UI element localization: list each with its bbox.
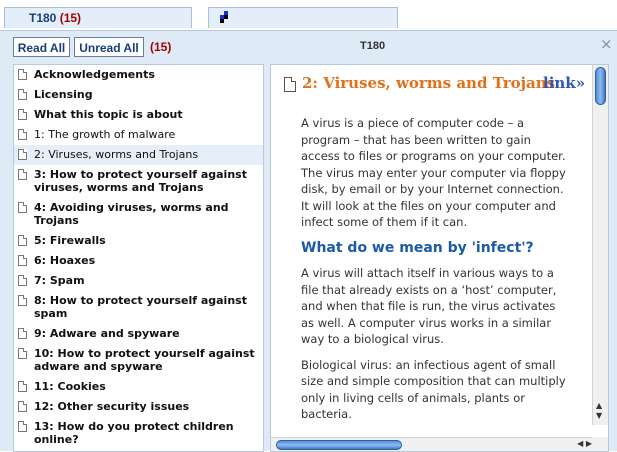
feed-panel: Read All Unread All (15) T180 × Acknowle… <box>0 30 617 452</box>
topic-label: 12: Other security issues <box>34 400 190 413</box>
article-heading: What do we mean by 'infect'? <box>301 239 534 256</box>
document-icon <box>18 89 27 100</box>
topic-item[interactable]: 8: How to protect yourself against spam <box>14 291 263 324</box>
tab-unread-count: (15) <box>59 11 82 25</box>
article-paragraph: Biological virus: an infectious agent of… <box>301 357 566 422</box>
tab-feed[interactable] <box>208 7 398 28</box>
document-icon <box>18 202 27 213</box>
article-link[interactable]: link» <box>543 74 585 92</box>
article-body: A virus is a piece of computer code – a … <box>301 115 566 432</box>
tab-label: T180 <box>29 11 57 25</box>
horizontal-scroll-thumb[interactable] <box>276 440 402 450</box>
document-icon <box>18 169 27 180</box>
unread-count: (15) <box>150 40 172 54</box>
document-icon <box>18 348 27 359</box>
read-all-button[interactable]: Read All <box>13 37 70 57</box>
topic-list: Acknowledgements Licensing What this topic… <box>13 64 264 452</box>
topic-label: 3: How to protect yourself against virus… <box>34 168 247 194</box>
topic-label: 8: How to protect yourself against spam <box>34 294 247 320</box>
unread-all-button[interactable]: Unread All <box>74 37 144 57</box>
document-icon <box>18 235 27 246</box>
document-icon <box>18 255 27 266</box>
feed-icon <box>220 11 232 23</box>
article-title: 2: Viruses, worms and Trojans <box>302 74 556 92</box>
document-icon <box>284 77 296 92</box>
document-icon <box>18 421 27 432</box>
vertical-scroll-thumb[interactable] <box>595 67 606 105</box>
article-paragraph: A virus is a piece of computer code – a … <box>301 116 566 229</box>
article-header: 2: Viruses, worms and Trojans link» <box>281 73 586 97</box>
topic-item[interactable]: What this topic is about <box>14 105 263 125</box>
panel-title: T180 <box>360 40 386 52</box>
document-icon <box>18 328 27 339</box>
document-icon <box>18 69 27 80</box>
document-icon <box>18 401 27 412</box>
topic-label: 4: Avoiding viruses, worms and Trojans <box>34 201 229 227</box>
topic-label: 2: Viruses, worms and Trojans <box>34 148 199 161</box>
topic-label: Licensing <box>34 88 93 101</box>
scroll-corner <box>592 437 608 451</box>
document-icon <box>18 129 27 140</box>
topic-label: 7: Spam <box>34 274 85 287</box>
topic-item[interactable]: 3: How to protect yourself against virus… <box>14 165 263 198</box>
topic-label: 11: Cookies <box>34 380 106 393</box>
article-pane: 2: Viruses, worms and Trojans link» A vi… <box>270 64 609 452</box>
topic-item[interactable]: 10: How to protect yourself against adwa… <box>14 344 263 377</box>
topic-label: 6: Hoaxes <box>34 254 96 267</box>
document-icon <box>18 381 27 392</box>
topic-label: 1: The growth of malware <box>34 128 176 141</box>
topic-item[interactable]: 6: Hoaxes <box>14 251 263 271</box>
topic-item[interactable]: 13: How do you protect children online? <box>14 417 263 450</box>
topic-item[interactable]: Acknowledgements <box>14 65 263 85</box>
horizontal-scrollbar[interactable]: ◀ ▶ <box>271 437 594 451</box>
document-icon <box>18 295 27 306</box>
topic-label: What this topic is about <box>34 108 183 121</box>
topic-item[interactable]: 5: Firewalls <box>14 231 263 251</box>
tab-bar: T180 (15) <box>0 0 617 30</box>
topic-label: Acknowledgements <box>34 68 155 81</box>
topic-label: 9: Adware and spyware <box>34 327 180 340</box>
topic-label: 5: Firewalls <box>34 234 106 247</box>
topic-item[interactable]: 7: Spam <box>14 271 263 291</box>
topic-item[interactable]: 1: The growth of malware <box>14 125 263 145</box>
topic-item[interactable]: 12: Other security issues <box>14 397 263 417</box>
article-paragraph: A virus will attach itself in various wa… <box>301 266 557 346</box>
topic-item[interactable]: 2: Viruses, worms and Trojans <box>14 145 263 165</box>
document-icon <box>18 275 27 286</box>
topic-label: 10: How to protect yourself against adwa… <box>34 347 255 373</box>
document-icon <box>18 109 27 120</box>
topic-item[interactable]: 4: Avoiding viruses, worms and Trojans <box>14 198 263 231</box>
scroll-arrows-icon[interactable]: ▲ ▼ <box>596 401 602 421</box>
topic-item[interactable]: Licensing <box>14 85 263 105</box>
tab-t180[interactable]: T180 (15) <box>4 7 192 28</box>
vertical-scrollbar[interactable]: ▲ ▼ <box>592 65 608 425</box>
close-icon[interactable]: × <box>600 35 613 53</box>
scroll-arrows-icon[interactable]: ◀ ▶ <box>577 439 592 448</box>
topic-label: 13: How do you protect children online? <box>34 420 234 446</box>
topic-item[interactable]: 9: Adware and spyware <box>14 324 263 344</box>
document-icon <box>18 149 27 160</box>
topic-item[interactable]: 11: Cookies <box>14 377 263 397</box>
